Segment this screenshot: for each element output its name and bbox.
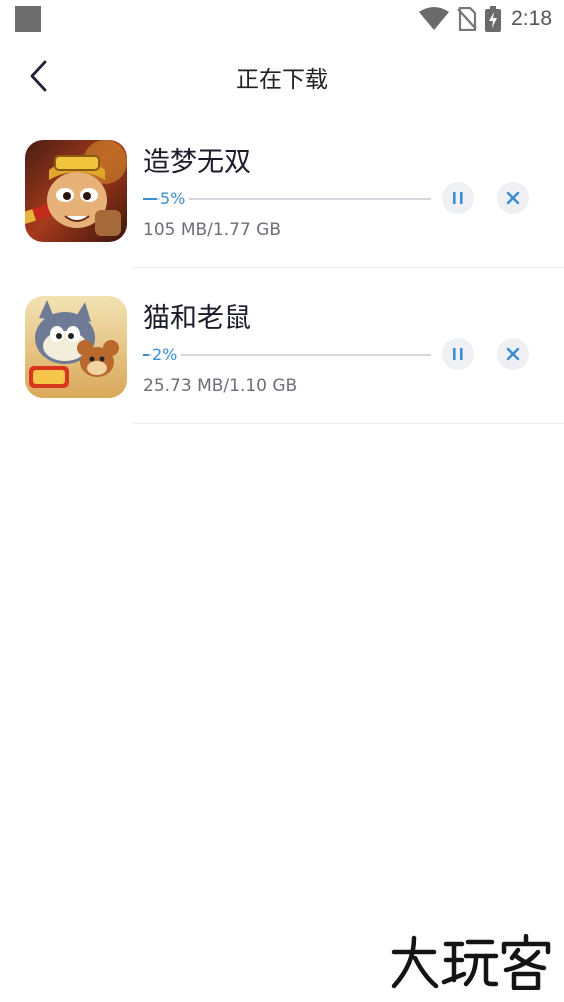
progress-fill [143,354,149,356]
cancel-download-button[interactable] [497,338,529,370]
no-sim-icon [457,7,477,31]
game-icon-tom-and-jerry[interactable] [25,296,127,398]
download-item: 猫和老鼠 2% 25.73 MB/1.10 GB [0,268,564,424]
pause-button[interactable] [442,182,474,214]
progress-fill [143,198,157,200]
progress-percent: 5% [160,188,190,210]
close-icon [506,191,520,205]
game-icon-zaomeng[interactable] [25,140,127,242]
battery-charging-icon [485,6,502,32]
wifi-icon [419,7,450,30]
pause-icon [453,192,463,204]
cancel-download-button[interactable] [497,182,529,214]
download-progress: 5% [143,188,431,210]
dawanke-logo [391,933,551,991]
download-size: 25.73 MB/1.10 GB [143,376,298,396]
status-time: 2:18 [511,7,552,30]
tom-and-jerry-game-icon [25,296,127,398]
game-name: 造梦无双 [143,147,251,178]
divider [133,423,564,424]
progress-track [143,354,431,356]
download-size: 105 MB/1.77 GB [143,220,282,240]
game-name: 猫和老鼠 [143,303,251,334]
notification-square-icon [15,6,41,32]
pause-button[interactable] [442,338,474,370]
app-header: 正在下载 [0,40,564,112]
watermark-logo [388,933,558,994]
status-icons: 2:18 [419,5,552,33]
download-progress: 2% [143,344,431,366]
monkey-king-game-icon [25,140,127,242]
page-title: 正在下载 [236,67,328,93]
status-bar: 2:18 [0,0,564,40]
download-item: 造梦无双 5% 105 MB/1.77 GB [0,112,564,268]
progress-percent: 2% [152,344,182,366]
pause-icon [453,348,463,360]
close-icon [506,347,520,361]
